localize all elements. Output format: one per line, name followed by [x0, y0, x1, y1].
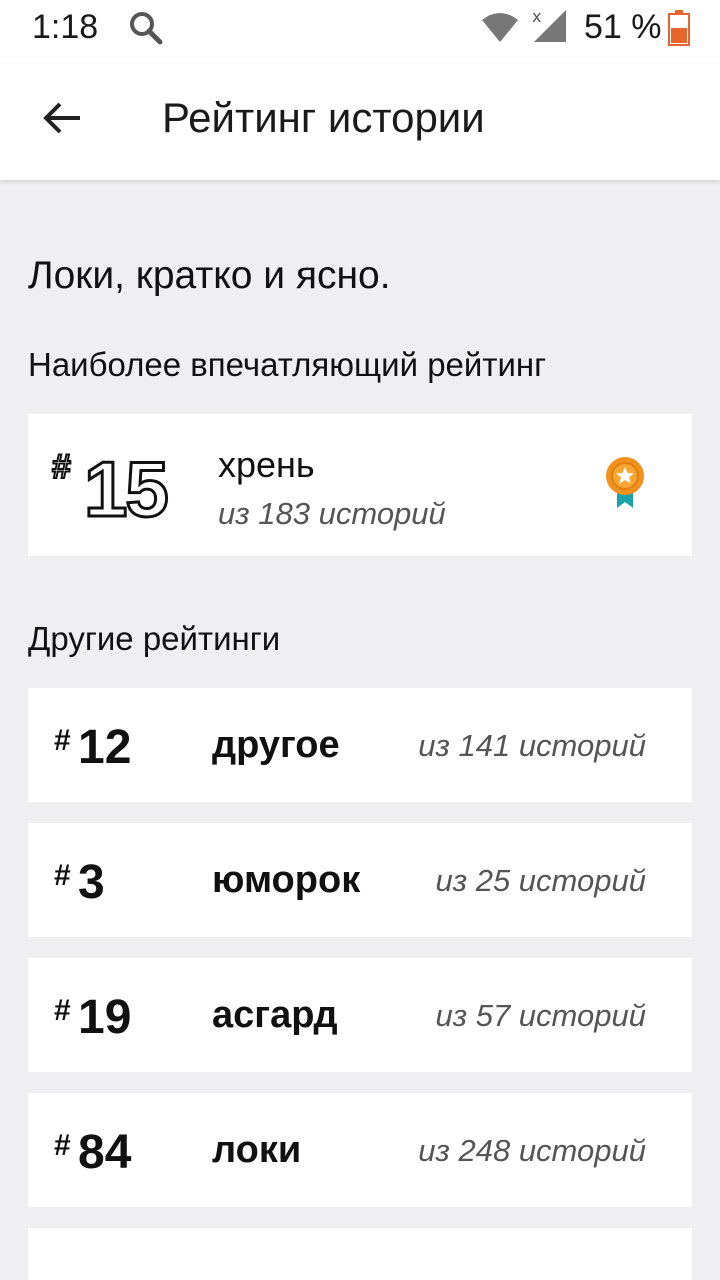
rank-hash: # [51, 447, 72, 487]
rank-total: из 25 историй [435, 863, 646, 898]
list-item[interactable]: # 12 другое из 141 историй [28, 688, 692, 802]
rank-tag: другое [212, 724, 340, 766]
battery-icon [668, 10, 690, 51]
rank-number: 19 [78, 991, 132, 1044]
signal-icon: x [530, 7, 570, 49]
list-item[interactable] [28, 1228, 692, 1280]
rank-hash: # [54, 724, 71, 757]
search-icon [128, 10, 164, 51]
rank-tag: локи [212, 1129, 302, 1171]
list-item[interactable]: # 84 локи из 248 историй [28, 1093, 692, 1207]
status-time: 1:18 [32, 8, 99, 46]
rank-total: из 248 историй [418, 1133, 646, 1168]
rank-total: из 141 историй [418, 728, 646, 763]
rank-number: 12 [78, 721, 132, 774]
svg-text:x: x [532, 8, 541, 26]
best-ranking-card[interactable]: # 15 хрень из 183 историй [28, 414, 692, 556]
other-rankings-heading: Другие рейтинги [28, 620, 281, 657]
list-item[interactable]: # 3 юморок из 25 историй [28, 823, 692, 937]
rank-total: из 183 историй [218, 496, 446, 531]
best-ranking-heading: Наиболее впечатляющий рейтинг [28, 346, 547, 383]
rank-hash: # [54, 994, 71, 1027]
status-bar: 1:18 x 51 % [0, 0, 720, 58]
rank-tag: хрень [218, 444, 315, 485]
rank-hash: # [54, 1129, 71, 1162]
battery-percent: 51 % [584, 8, 662, 46]
arrow-back-icon [43, 102, 80, 134]
rank-number: 3 [78, 856, 105, 909]
app-bar: Рейтинг истории [0, 58, 720, 180]
story-title: Локи, кратко и ясно. [28, 254, 391, 297]
rank-number: 84 [78, 1126, 132, 1179]
award-ribbon-icon [602, 456, 648, 517]
rank-tag: асгард [212, 994, 338, 1036]
wifi-icon [480, 12, 520, 49]
page-title: Рейтинг истории [162, 94, 485, 141]
rank-number: 15 [83, 444, 171, 535]
rank-tag: юморок [212, 859, 361, 901]
rank-total: из 57 историй [435, 998, 646, 1033]
back-button[interactable] [38, 94, 88, 144]
rank-hash: # [54, 859, 71, 892]
list-item[interactable]: # 19 асгард из 57 историй [28, 958, 692, 1072]
